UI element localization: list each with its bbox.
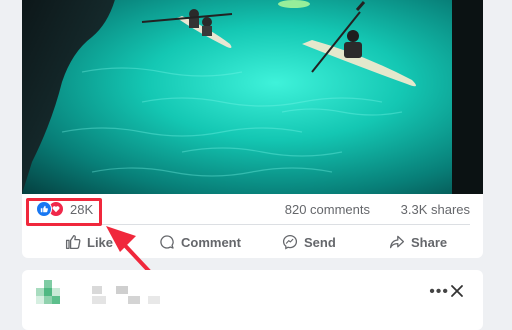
author-name-redacted: [92, 286, 160, 304]
comment-label: Comment: [181, 234, 241, 250]
close-icon[interactable]: [450, 284, 464, 298]
kayak-lagoon-image: [22, 0, 483, 194]
more-options-icon[interactable]: •••: [429, 283, 449, 301]
like-label: Like: [87, 234, 114, 250]
comments-count[interactable]: 820 comments: [285, 202, 370, 217]
like-button[interactable]: Like: [65, 230, 113, 254]
thumbs-up-icon: [65, 234, 81, 250]
send-label: Send: [304, 234, 336, 250]
post-actions: Like Comment Send Share: [22, 230, 483, 256]
comment-icon: [160, 235, 174, 249]
share-button[interactable]: Share: [389, 230, 447, 254]
comment-button[interactable]: Comment: [159, 230, 241, 254]
share-arrow-icon: [389, 235, 405, 249]
next-post-card: •••: [22, 270, 483, 330]
send-button[interactable]: Send: [282, 230, 336, 254]
post-photo[interactable]: [22, 0, 483, 194]
messenger-icon: [282, 234, 298, 250]
like-reaction-icon: [36, 201, 52, 217]
avatar[interactable]: [36, 280, 72, 316]
shares-count[interactable]: 3.3K shares: [401, 202, 470, 217]
share-label: Share: [411, 234, 448, 250]
